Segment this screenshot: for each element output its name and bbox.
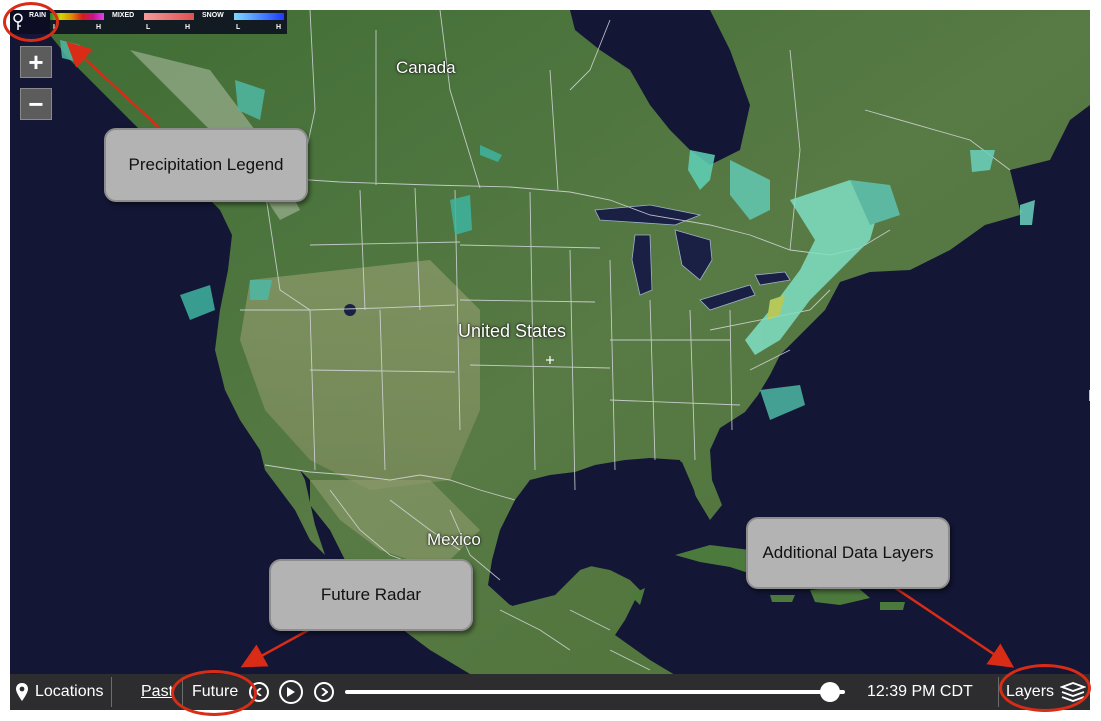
- label-united-states: United States: [458, 321, 567, 341]
- divider: [111, 677, 112, 707]
- legend-mixed-label: MIXED: [112, 12, 135, 19]
- past-label: Past: [141, 683, 174, 700]
- legend-rain-high: H: [96, 24, 102, 31]
- callout-additional-data-layers: Additional Data Layers: [746, 517, 950, 589]
- location-pin-icon: [16, 683, 28, 701]
- play-button[interactable]: [279, 674, 303, 710]
- map-basemap: [50, 10, 1090, 710]
- timeline-slider-track: [345, 690, 845, 694]
- timeline-slider-thumb[interactable]: [820, 682, 840, 702]
- time-label: 12:39 PM CDT: [867, 683, 973, 700]
- locations-button[interactable]: Locations: [15, 674, 104, 710]
- legend-mixed-scale: [144, 13, 194, 20]
- callout-additional-data-layers-text: Additional Data Layers: [762, 543, 934, 562]
- past-button[interactable]: Past: [141, 674, 173, 710]
- play-icon: [279, 680, 303, 704]
- highlight-ring-future: [171, 670, 257, 716]
- radar-map[interactable]: Canada United States Mexico RAIN L H MIX…: [10, 10, 1090, 710]
- legend-snow-low: L: [236, 24, 241, 31]
- callout-precipitation-legend: Precipitation Legend: [104, 128, 308, 202]
- legend-snow-scale: [234, 13, 284, 20]
- callout-precipitation-legend-text: Precipitation Legend: [128, 155, 284, 174]
- legend-snow-label: SNOW: [202, 12, 224, 19]
- locations-label: Locations: [35, 683, 104, 700]
- callout-future-radar-text: Future Radar: [320, 585, 422, 604]
- step-forward-button[interactable]: [314, 674, 334, 710]
- label-canada: Canada: [396, 58, 456, 77]
- highlight-ring-legend: [3, 2, 59, 42]
- legend-mixed-high: H: [185, 24, 191, 31]
- callout-future-radar: Future Radar: [269, 559, 473, 631]
- zoom-out-button[interactable]: −: [20, 88, 52, 120]
- highlight-ring-layers: [999, 664, 1091, 712]
- legend-snow-high: H: [276, 24, 282, 31]
- timeline-slider[interactable]: [345, 682, 845, 702]
- edge-label: N: [1088, 388, 1090, 406]
- label-mexico: Mexico: [427, 530, 481, 549]
- legend-mixed-low: L: [146, 24, 151, 31]
- timeline-time: 12:39 PM CDT: [867, 674, 973, 710]
- step-forward-icon: [314, 682, 334, 702]
- zoom-in-button[interactable]: +: [20, 46, 52, 78]
